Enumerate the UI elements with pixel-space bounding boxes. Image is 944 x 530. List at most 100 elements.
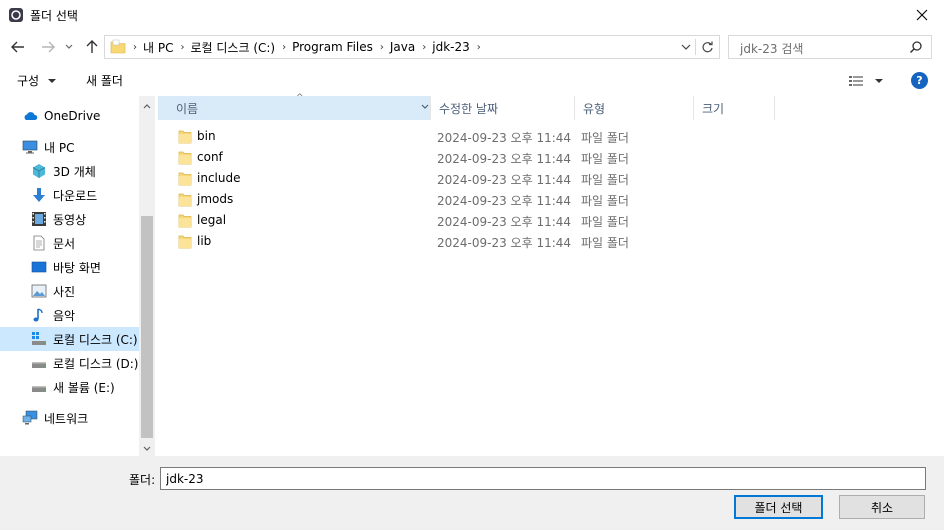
drive-icon — [32, 362, 46, 368]
breadcrumb-jdk-23[interactable]: jdk-23 — [432, 40, 470, 54]
command-bar: 구성 새 폴더 ? — [0, 64, 944, 96]
column-header-modified[interactable]: 수정한 날짜 — [431, 96, 574, 120]
scroll-up-button[interactable] — [139, 98, 155, 114]
help-button[interactable]: ? — [911, 72, 928, 89]
drive-icon — [32, 386, 46, 392]
folder-icon — [178, 130, 192, 144]
document-icon — [33, 235, 45, 251]
music-note-icon — [33, 308, 43, 322]
picture-icon — [31, 284, 47, 298]
chevron-down-icon — [65, 44, 73, 49]
column-separator[interactable] — [774, 96, 775, 120]
cube-icon — [32, 164, 46, 178]
sidebar-item-local-disk-d[interactable]: 로컬 디스크 (D:) — [0, 351, 139, 375]
search-box[interactable]: jdk-23 검색 — [728, 35, 932, 59]
navigation-bar: › 내 PC › 로컬 디스크 (C:) › Program Files › J… — [0, 30, 944, 64]
title-bar: 폴더 선택 — [0, 0, 944, 30]
sidebar-item-this-pc[interactable]: 내 PC — [0, 135, 139, 159]
app-icon — [9, 8, 23, 22]
breadcrumb-this-pc[interactable]: 내 PC — [143, 39, 173, 56]
sidebar-item-desktop[interactable]: 바탕 화면 — [0, 255, 139, 279]
computer-icon — [22, 140, 38, 154]
drive-windows-icon — [32, 332, 46, 345]
network-icon — [22, 410, 38, 425]
breadcrumb-separator-icon: › — [476, 41, 481, 53]
column-header-name[interactable]: 이름 ^ — [158, 93, 430, 120]
refresh-icon — [701, 41, 713, 52]
breadcrumb-separator-icon: › — [180, 41, 185, 53]
table-row[interactable]: bin 2024-09-23 오후 11:44 파일 폴더 — [158, 126, 944, 147]
chevron-up-icon — [143, 103, 151, 108]
folder-icon — [178, 151, 192, 165]
folder-icon — [178, 193, 192, 207]
sidebar-item-music[interactable]: 음악 — [0, 303, 139, 327]
help-icon: ? — [916, 74, 923, 87]
address-divider — [695, 39, 696, 55]
scroll-down-button[interactable] — [139, 440, 155, 456]
back-button[interactable] — [8, 38, 28, 56]
recent-locations-button[interactable] — [62, 38, 76, 56]
breadcrumb-separator-icon: › — [379, 41, 384, 53]
folder-icon — [178, 214, 192, 228]
table-row[interactable]: lib 2024-09-23 오후 11:44 파일 폴더 — [158, 231, 944, 252]
window-title: 폴더 선택 — [30, 9, 78, 23]
select-folder-button[interactable]: 폴더 선택 — [734, 495, 823, 519]
folder-icon — [110, 39, 126, 54]
sort-ascending-icon: ^ — [296, 93, 304, 103]
refresh-button[interactable] — [699, 39, 715, 55]
file-list: 이름 ^ 수정한 날짜 유형 크기 bin 2024-09-23 오후 11:4… — [158, 93, 944, 456]
desktop-icon — [31, 261, 47, 273]
folder-name-input[interactable] — [160, 467, 926, 490]
chevron-down-icon — [143, 446, 151, 451]
sidebar-item-pictures[interactable]: 사진 — [0, 279, 139, 303]
column-header-size[interactable]: 크기 — [694, 96, 774, 120]
cloud-icon — [24, 112, 38, 120]
up-arrow-icon — [86, 40, 98, 53]
sidebar-item-onedrive[interactable]: OneDrive — [0, 104, 139, 128]
breadcrumb-local-disk-c[interactable]: 로컬 디스크 (C:) — [190, 39, 275, 56]
sidebar-item-3d-objects[interactable]: 3D 개체 — [0, 159, 139, 183]
folder-label: 폴더: — [129, 473, 156, 487]
organize-label: 구성 — [17, 74, 40, 88]
address-bar[interactable]: › 내 PC › 로컬 디스크 (C:) › Program Files › J… — [104, 35, 720, 59]
back-arrow-icon — [11, 41, 24, 53]
download-arrow-icon — [33, 188, 45, 202]
organize-button[interactable]: 구성 — [17, 72, 56, 89]
breadcrumb-separator-icon: › — [422, 41, 427, 53]
forward-button[interactable] — [38, 38, 58, 56]
forward-arrow-icon — [42, 41, 55, 53]
table-row[interactable]: include 2024-09-23 오후 11:44 파일 폴더 — [158, 168, 944, 189]
sidebar-item-local-disk-c[interactable]: 로컬 디스크 (C:) — [0, 327, 139, 351]
search-icon — [909, 41, 922, 54]
breadcrumb-separator-icon: › — [282, 41, 287, 53]
sidebar-item-network[interactable]: 네트워크 — [0, 406, 139, 430]
breadcrumb-program-files[interactable]: Program Files — [292, 40, 373, 54]
sidebar-item-documents[interactable]: 문서 — [0, 231, 139, 255]
table-row[interactable]: jmods 2024-09-23 오후 11:44 파일 폴더 — [158, 189, 944, 210]
sidebar-item-downloads[interactable]: 다운로드 — [0, 183, 139, 207]
view-options-button[interactable] — [848, 73, 888, 89]
chevron-down-icon[interactable] — [420, 102, 430, 112]
search-placeholder: jdk-23 검색 — [740, 42, 804, 56]
table-row[interactable]: conf 2024-09-23 오후 11:44 파일 폴더 — [158, 147, 944, 168]
address-dropdown-icon[interactable] — [679, 40, 693, 54]
cancel-button[interactable]: 취소 — [839, 495, 925, 519]
dialog-footer: 폴더: 폴더 선택 취소 — [0, 456, 944, 530]
up-button[interactable] — [82, 38, 102, 56]
breadcrumb-java[interactable]: Java — [390, 40, 415, 54]
new-folder-button[interactable]: 새 폴더 — [86, 72, 123, 89]
folder-icon — [178, 235, 192, 249]
folder-icon — [178, 172, 192, 186]
chevron-down-icon — [47, 79, 56, 83]
column-header-type[interactable]: 유형 — [575, 96, 693, 120]
table-row[interactable]: legal 2024-09-23 오후 11:44 파일 폴더 — [158, 210, 944, 231]
details-view-icon — [849, 76, 883, 86]
close-icon — [916, 9, 928, 21]
breadcrumb-separator-icon: › — [133, 41, 137, 53]
film-icon — [32, 212, 46, 226]
navigation-pane: OneDrive 내 PC 3D 개체 다운로드 동영상 문서 바탕 화면 사진… — [0, 96, 155, 456]
close-button[interactable] — [900, 0, 944, 30]
sidebar-item-videos[interactable]: 동영상 — [0, 207, 139, 231]
sidebar-item-new-volume-e[interactable]: 새 볼륨 (E:) — [0, 375, 139, 399]
sidebar-scrollbar-thumb[interactable] — [141, 216, 153, 438]
